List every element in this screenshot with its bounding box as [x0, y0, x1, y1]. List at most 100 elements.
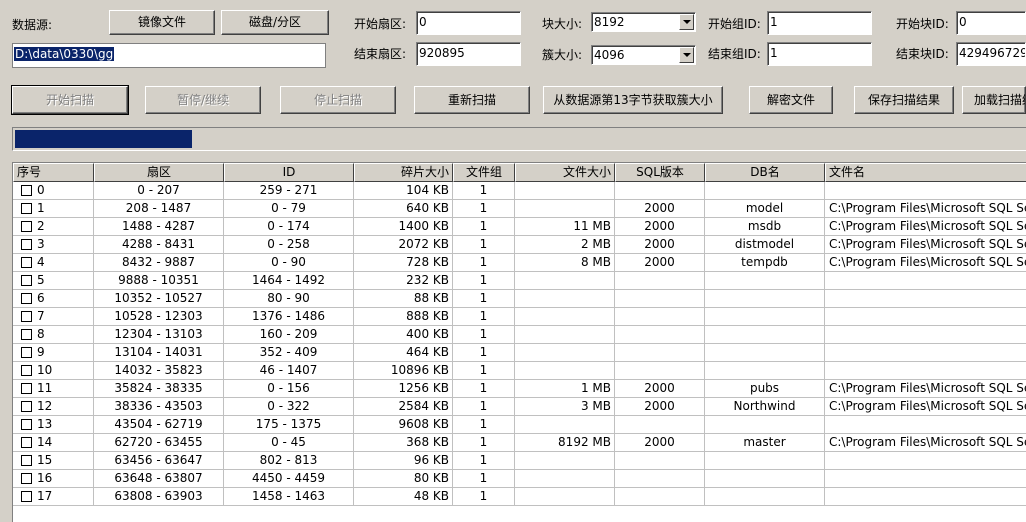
row-sql-version: 2000 — [615, 236, 705, 254]
row-sector: 35824 - 38335 — [94, 380, 224, 398]
row-sector: 63808 - 63903 — [94, 488, 224, 506]
row-id: 1458 - 1463 — [224, 488, 354, 506]
column-header-file-group[interactable]: 文件组 — [453, 163, 515, 182]
table-row[interactable]: 1 208 - 1487 0 - 79 640 KB 1 2000 model C:\Prog… — [13, 200, 1026, 218]
cluster-size-value: 4096 — [594, 48, 625, 62]
row-file-group: 1 — [453, 452, 515, 470]
stop-scan-button[interactable]: 停止扫描 — [280, 86, 396, 114]
block-size-value: 8192 — [594, 15, 625, 29]
save-results-button[interactable]: 保存扫描结果 — [854, 86, 954, 114]
row-file-group: 1 — [453, 488, 515, 506]
row-db-name: distmodel — [705, 236, 825, 254]
rescan-button[interactable]: 重新扫描 — [414, 86, 530, 114]
table-row[interactable]: 00 - 207 259 - 271 104 KB 1 — [13, 182, 1026, 200]
row-sector: 10528 - 12303 — [94, 308, 224, 326]
pause-resume-button[interactable]: 暂停/继续 — [145, 86, 261, 114]
start-block-input[interactable]: 0 — [956, 11, 1026, 35]
end-sector-input[interactable]: 920895 — [416, 42, 521, 66]
row-sector: 8432 - 9887 — [94, 254, 224, 272]
row-sector: 13104 - 14031 — [94, 344, 224, 362]
row-file-group: 1 — [453, 326, 515, 344]
row-id: 1376 - 1486 — [224, 308, 354, 326]
column-header-fragment-size[interactable]: 碎片大小 — [354, 163, 453, 182]
row-sql-version: 2000 — [615, 380, 705, 398]
row-sql-version: 2000 — [615, 254, 705, 272]
row-file-group: 1 — [453, 470, 515, 488]
column-header-id[interactable]: ID — [224, 163, 354, 182]
row-file-name — [825, 272, 1026, 290]
row-sql-version — [615, 290, 705, 308]
cluster-size-select[interactable]: 4096 — [591, 45, 696, 65]
table-row[interactable]: 12 38336 - 43503 0 - 322 2584 KB 1 3 MB 2000 No… — [13, 398, 1026, 416]
get-cluster-size-button[interactable]: 从数据源第13字节获取簇大小 — [543, 86, 723, 114]
row-fragment-size: 464 KB — [354, 344, 453, 362]
column-header-file-size[interactable]: 文件大小 — [515, 163, 615, 182]
table-row[interactable]: 17 63808 - 63903 1458 - 1463 48 KB 1 — [13, 488, 1026, 506]
row-sql-version — [615, 470, 705, 488]
table-row[interactable]: 11 35824 - 38335 0 - 156 1256 KB 1 1 MB 2000 pu… — [13, 380, 1026, 398]
table-row[interactable]: 9 13104 - 14031 352 - 409 464 KB 1 — [13, 344, 1026, 362]
row-file-size — [515, 344, 615, 362]
table-row[interactable]: 14 62720 - 63455 0 - 45 368 KB 1 8192 MB 2000 m… — [13, 434, 1026, 452]
disk-partition-button[interactable]: 磁盘/分区 — [221, 10, 329, 35]
row-file-group: 1 — [453, 290, 515, 308]
row-file-group: 1 — [453, 254, 515, 272]
end-group-input[interactable]: 1 — [767, 42, 872, 66]
row-file-name — [825, 362, 1026, 380]
row-sector: 63648 - 63807 — [94, 470, 224, 488]
row-fragment-size: 96 KB — [354, 452, 453, 470]
chevron-down-icon[interactable] — [679, 14, 694, 30]
source-path-field[interactable]: D:\data\0330\gg — [12, 43, 326, 68]
row-file-name: C:\Program Files\Microsoft SQL Server — [825, 236, 1026, 254]
end-block-input[interactable]: 4294967295 — [956, 42, 1026, 66]
table-row[interactable]: 13 43504 - 62719 175 - 1375 9608 KB 1 — [13, 416, 1026, 434]
load-results-button[interactable]: 加载扫描结果 — [962, 86, 1026, 114]
table-row[interactable]: 6 10352 - 10527 80 - 90 88 KB 1 — [13, 290, 1026, 308]
chevron-down-icon[interactable] — [679, 47, 694, 63]
row-index: 8 — [13, 326, 94, 344]
table-row[interactable]: 5 9888 - 10351 1464 - 1492 232 KB 1 — [13, 272, 1026, 290]
start-scan-button[interactable]: 开始扫描 — [11, 85, 129, 115]
row-index: 12 — [13, 398, 94, 416]
row-file-size — [515, 416, 615, 434]
table-row[interactable]: 15 63456 - 63647 802 - 813 96 KB 1 — [13, 452, 1026, 470]
row-index: 11 — [13, 380, 94, 398]
row-file-name — [825, 182, 1026, 200]
table-row[interactable]: 16 63648 - 63807 4450 - 4459 80 KB 1 — [13, 470, 1026, 488]
image-file-button[interactable]: 镜像文件 — [109, 10, 215, 35]
column-header-sql-version[interactable]: SQL版本 — [615, 163, 705, 182]
table-row[interactable]: 7 10528 - 12303 1376 - 1486 888 KB 1 — [13, 308, 1026, 326]
row-file-size — [515, 470, 615, 488]
end-block-label: 结束块ID: — [896, 47, 949, 61]
table-row[interactable]: 4 8432 - 9887 0 - 90 728 KB 1 8 MB 2000 tempdb C… — [13, 254, 1026, 272]
column-header-file-name[interactable]: 文件名 — [825, 163, 1026, 182]
row-file-group: 1 — [453, 182, 515, 200]
scan-results-list[interactable]: 序号 扇区 ID 碎片大小 文件组 文件大小 SQL版本 DB名 文件名 00 … — [12, 162, 1026, 522]
start-sector-input[interactable]: 0 — [416, 11, 521, 35]
table-row[interactable]: 2 1488 - 4287 0 - 174 1400 KB 1 11 MB 2000 msdb… — [13, 218, 1026, 236]
start-group-label: 开始组ID: — [708, 17, 761, 31]
column-header-index[interactable]: 序号 — [13, 163, 94, 182]
row-file-group: 1 — [453, 434, 515, 452]
row-sql-version: 2000 — [615, 218, 705, 236]
block-size-select[interactable]: 8192 — [591, 12, 696, 32]
row-sql-version — [615, 452, 705, 470]
column-header-sector[interactable]: 扇区 — [94, 163, 224, 182]
row-id: 160 - 209 — [224, 326, 354, 344]
column-header-db-name[interactable]: DB名 — [705, 163, 825, 182]
decrypt-file-button[interactable]: 解密文件 — [749, 86, 833, 114]
row-sql-version — [615, 488, 705, 506]
row-fragment-size: 9608 KB — [354, 416, 453, 434]
row-file-size — [515, 290, 615, 308]
row-id: 80 - 90 — [224, 290, 354, 308]
row-sector: 43504 - 62719 — [94, 416, 224, 434]
table-row[interactable]: 3 4288 - 8431 0 - 258 2072 KB 1 2 MB 2000 distm… — [13, 236, 1026, 254]
table-row[interactable]: 8 12304 - 13103 160 - 209 400 KB 1 — [13, 326, 1026, 344]
start-group-input[interactable]: 1 — [767, 11, 872, 35]
row-index: 0 — [13, 182, 94, 200]
row-file-group: 1 — [453, 308, 515, 326]
row-file-size: 1 MB — [515, 380, 615, 398]
row-file-size — [515, 488, 615, 506]
table-row[interactable]: 10 14032 - 35823 46 - 1407 10896 KB 1 — [13, 362, 1026, 380]
row-index: 9 — [13, 344, 94, 362]
